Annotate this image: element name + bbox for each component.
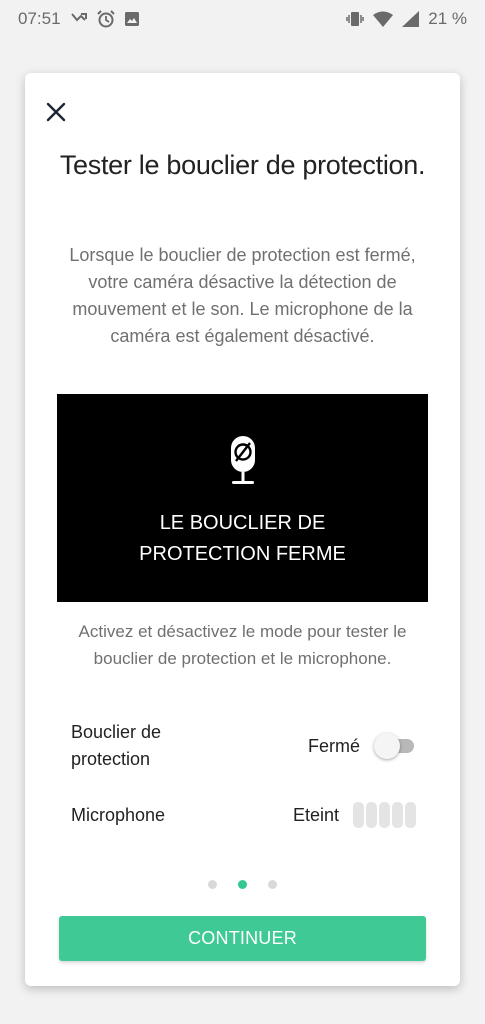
shield-label: Bouclier de protection	[71, 722, 162, 769]
status-time: 07:51	[18, 9, 61, 28]
microphone-row: Microphone Eteint	[71, 799, 416, 831]
close-icon	[46, 102, 66, 122]
mic-off-icon	[230, 436, 255, 484]
level-bar	[353, 802, 364, 828]
shield-status-value: Fermé	[307, 735, 360, 756]
status-bar-left: 07:51	[18, 9, 140, 29]
page-dot-2	[238, 880, 247, 889]
signal-icon	[402, 11, 420, 27]
toggle-knob	[374, 733, 400, 759]
level-bar	[366, 802, 377, 828]
microphone-status: Eteint	[293, 802, 416, 828]
microphone-level-meter	[353, 802, 416, 828]
microphone-status-value: Eteint	[292, 804, 339, 825]
dialog-description: Lorsque le bouclier de protection est fe…	[69, 245, 416, 346]
continue-button[interactable]: CONTINUER	[59, 916, 426, 961]
alarm-icon	[96, 10, 115, 28]
level-bar	[392, 802, 403, 828]
status-bar: 07:51 21 %	[0, 0, 485, 38]
shield-test-dialog: Tester le bouclier de protection. Lorsqu…	[25, 73, 460, 986]
image-icon	[124, 11, 140, 27]
missed-call-icon	[70, 11, 88, 27]
instruction-text: Activez et désactivez le mode pour teste…	[78, 622, 407, 668]
page-dot-1	[208, 880, 217, 889]
level-bar	[405, 802, 416, 828]
microphone-label: Microphone	[71, 804, 166, 825]
status-bar-right: 21 %	[346, 9, 467, 29]
camera-preview: LE BOUCLIER DE PROTECTION FERME	[57, 394, 428, 602]
shield-toggle[interactable]	[374, 733, 416, 759]
level-bar	[379, 802, 390, 828]
shield-row: Bouclier de protection Fermé	[71, 718, 416, 774]
shield-status: Fermé	[308, 733, 416, 759]
dialog-title: Tester le bouclier de protection.	[59, 150, 426, 180]
preview-status-text: LE BOUCLIER DE PROTECTION FERME	[139, 512, 346, 565]
page-dot-3	[268, 880, 277, 889]
battery-level: 21 %	[428, 9, 467, 28]
pagination-dots	[25, 880, 460, 889]
vibrate-icon	[346, 11, 364, 27]
wifi-icon	[373, 11, 394, 27]
close-button[interactable]	[42, 98, 70, 126]
